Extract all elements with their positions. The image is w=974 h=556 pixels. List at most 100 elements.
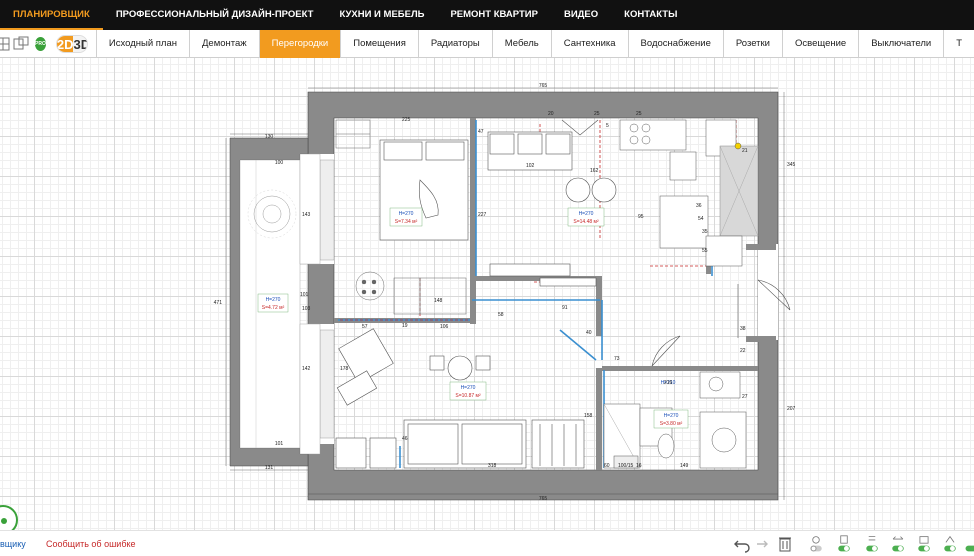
selection-handle[interactable]: [734, 142, 742, 150]
dim-top: 765: [539, 83, 548, 89]
dim-label: 318: [488, 463, 497, 469]
tab-switches[interactable]: Выключатели: [858, 29, 943, 58]
room-height-label: H=270: [399, 211, 414, 217]
room-height-label: H=270: [579, 211, 594, 217]
dim-label: 20: [548, 111, 554, 117]
dim-label: 178: [340, 366, 349, 372]
bottom-bar: вщику Сообщить об ошибке: [0, 530, 974, 556]
tab-rooms[interactable]: Помещения: [340, 29, 418, 58]
toggle-2[interactable]: [862, 535, 882, 553]
dim-label: 102: [526, 163, 535, 169]
floor-plan[interactable]: H=270 S=4.72 м² H=270 S=7.34 м² H=270 S=…: [0, 58, 974, 530]
layout-icon[interactable]: [13, 35, 29, 52]
toggle-1[interactable]: [834, 535, 854, 553]
nav-design-project[interactable]: Профессиональный дизайн-проект: [103, 0, 327, 30]
dim-label: 103: [302, 306, 311, 312]
lightbulb-toggle[interactable]: [806, 535, 826, 553]
toolbar: PRO 2D 3D Исходный план Демонтаж Перегор…: [0, 29, 974, 58]
tab-plumbing[interactable]: Сантехника: [550, 29, 628, 58]
dim-bottom: 765: [539, 496, 548, 502]
dim-label: 149: [680, 463, 689, 469]
dim-label: 227: [478, 212, 487, 218]
tab-furniture[interactable]: Мебель: [491, 29, 551, 58]
tab-water-supply[interactable]: Водоснабжение: [627, 29, 723, 58]
dim-label: 73: [614, 356, 620, 362]
planner-link[interactable]: вщику: [0, 539, 26, 549]
dim-label: 47: [478, 129, 484, 135]
dim-label: 25: [636, 111, 642, 117]
dim-balcony-inner-bottom: 101: [275, 441, 284, 447]
dim-balcony-height: 471: [214, 300, 223, 306]
dim-label: 216: [664, 380, 673, 386]
dim-label: 19: [402, 323, 408, 329]
undo-icon[interactable]: [734, 535, 750, 553]
dim-label: 57: [362, 324, 368, 330]
dim-label: 54: [698, 216, 704, 222]
dim-label: 22: [740, 348, 746, 354]
dim-label: 162: [590, 168, 599, 174]
tab-demolition[interactable]: Демонтаж: [188, 29, 259, 58]
nav-contacts[interactable]: Контакты: [611, 0, 690, 30]
dim-label: 60: [604, 463, 610, 469]
dim-balcony-inner-top: 100: [275, 160, 284, 166]
room-height-label: H=270: [664, 413, 679, 419]
dim-balcony-top: 130: [265, 134, 274, 140]
window-left-1: [319, 159, 335, 261]
living-furniture: [487, 119, 617, 287]
kitchen: [619, 119, 759, 267]
window-left-2: [319, 329, 335, 439]
nav-kitchens-furniture[interactable]: Кухни и мебель: [326, 0, 437, 30]
report-error-link[interactable]: Сообщить об ошибке: [46, 539, 136, 549]
dim-label: 55: [702, 248, 708, 254]
tab-sockets[interactable]: Розетки: [722, 29, 782, 58]
dim-label: 25: [594, 111, 600, 117]
dim-label: 142: [302, 366, 311, 372]
redo-icon[interactable]: [752, 535, 768, 553]
plan-canvas[interactable]: H=270 S=4.72 м² H=270 S=7.34 м² H=270 S=…: [0, 58, 974, 530]
toggle-5[interactable]: [940, 535, 960, 553]
nav-renovation[interactable]: Ремонт квартир: [437, 0, 551, 30]
grid-icon[interactable]: [0, 35, 10, 52]
room-height-label: H=270: [266, 297, 281, 303]
pro-badge-icon[interactable]: PRO: [35, 36, 46, 51]
dim-label: 16: [636, 463, 642, 469]
dim-label: 91: [562, 305, 568, 311]
dim-label: 95: [638, 214, 644, 220]
room-area-label: S=4.72 м²: [262, 305, 285, 311]
dim-right-bottom: 207: [787, 406, 796, 412]
toggle-4[interactable]: [914, 535, 934, 553]
dim-label: 21: [742, 148, 748, 154]
dim-label: 36: [696, 203, 702, 209]
dim-label: 35: [702, 229, 708, 235]
nav-planner[interactable]: Планировщик: [0, 0, 103, 30]
dim-label: 100/15: [618, 463, 634, 469]
dim-label: 225: [402, 117, 411, 123]
nav-video[interactable]: Видео: [551, 0, 611, 30]
dim-label: 58: [498, 312, 504, 318]
tab-more[interactable]: Т: [943, 29, 974, 58]
dim-label: 158: [584, 413, 593, 419]
view-3d-button[interactable]: 3D: [73, 35, 87, 52]
dim-label: 27: [742, 394, 748, 400]
tab-radiators[interactable]: Радиаторы: [417, 29, 492, 58]
view-2d-button[interactable]: 2D: [56, 35, 74, 52]
dim-balcony-bottom: 131: [265, 465, 274, 471]
dim-label: 101: [300, 292, 309, 298]
toggle-3[interactable]: [888, 535, 908, 553]
dim-label: 143: [302, 212, 311, 218]
room-area-label: S=14.48 м²: [573, 219, 599, 225]
room-area-label: S=10.87 м²: [455, 393, 481, 399]
dim-label: 46: [402, 436, 408, 442]
top-navigation: Планировщик Профессиональный дизайн-прое…: [0, 0, 974, 30]
trash-icon[interactable]: [778, 535, 792, 553]
dim-right-top: 345: [787, 162, 796, 168]
tab-lighting[interactable]: Освещение: [782, 29, 858, 58]
room-area-label: S=7.34 м²: [395, 219, 418, 225]
tab-partitions[interactable]: Перегородки: [258, 29, 341, 58]
dim-label: 148: [434, 298, 443, 304]
toggle-6[interactable]: [962, 535, 974, 553]
tab-original-plan[interactable]: Исходный план: [95, 29, 189, 58]
dim-label: 106: [440, 324, 449, 330]
dim-label: 40: [586, 330, 592, 336]
view-toggle: 2D 3D: [55, 34, 88, 53]
